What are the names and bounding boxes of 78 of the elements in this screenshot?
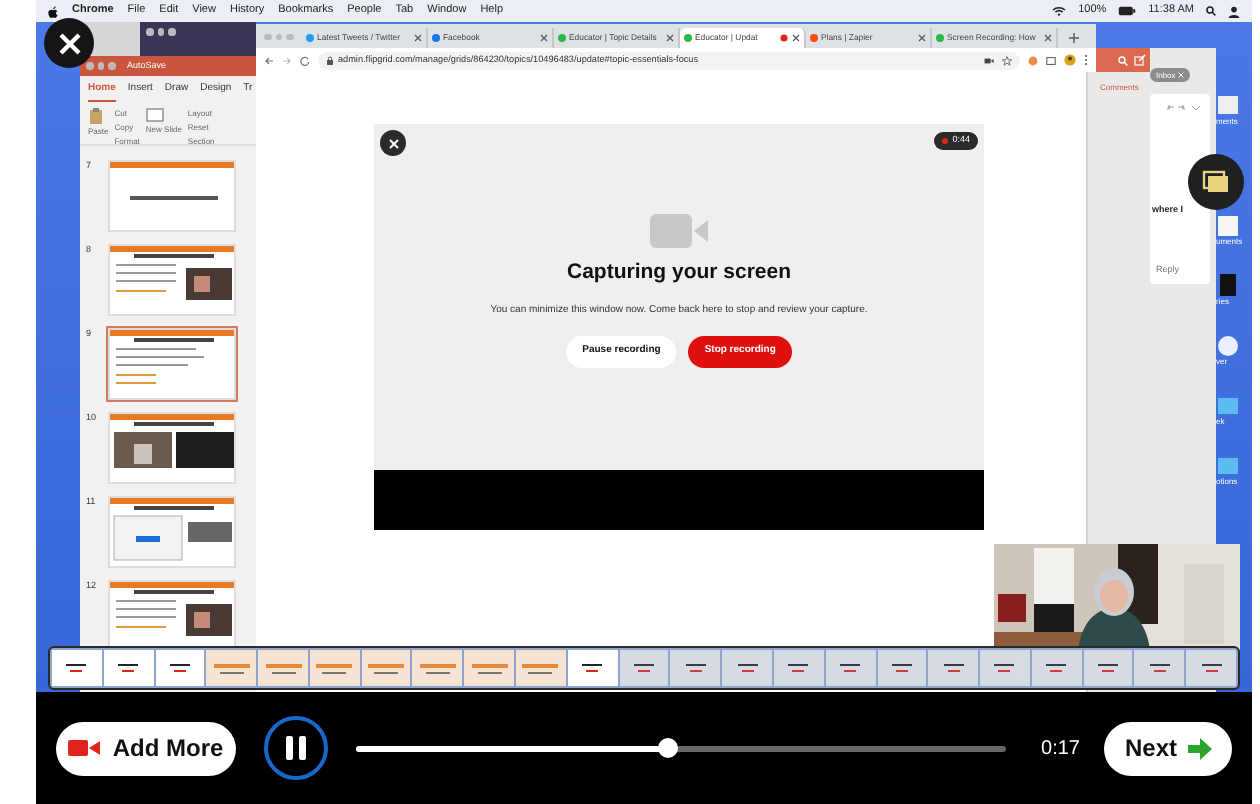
- close-icon[interactable]: [413, 34, 421, 42]
- arrow-icon: [1187, 737, 1211, 759]
- close-icon[interactable]: [917, 34, 925, 42]
- reload-icon[interactable]: [300, 55, 310, 65]
- frame-thumbnail[interactable]: [516, 650, 566, 686]
- frame-thumbnail[interactable]: [980, 650, 1030, 686]
- close-icon[interactable]: [791, 34, 799, 42]
- frame-thumbnail[interactable]: [1186, 650, 1236, 686]
- site-icon: [305, 34, 313, 42]
- frame-thumbnail[interactable]: [206, 650, 257, 686]
- site-icon: [557, 34, 565, 42]
- wifi-icon[interactable]: [1052, 6, 1067, 16]
- frame-thumbnail[interactable]: [464, 650, 515, 686]
- frame-thumbnail[interactable]: [309, 650, 360, 686]
- frame-thumbnail[interactable]: [722, 650, 772, 686]
- site-icon: [809, 34, 817, 42]
- close-icon[interactable]: [1043, 34, 1051, 42]
- desktop-icon[interactable]: [1216, 274, 1240, 298]
- back-icon[interactable]: [264, 55, 274, 65]
- compose-icon[interactable]: [1134, 54, 1146, 66]
- frame-thumbnail[interactable]: [52, 650, 102, 686]
- next-button[interactable]: Next: [1104, 721, 1232, 775]
- apple-icon[interactable]: [48, 5, 58, 17]
- close-icon: [387, 137, 399, 149]
- slide-thumbnail[interactable]: [108, 327, 236, 399]
- slide-thumbnail[interactable]: [108, 159, 236, 231]
- frame-thumbnail[interactable]: [619, 650, 669, 686]
- frame-thumbnail[interactable]: [567, 650, 618, 686]
- frame-thumbnail[interactable]: [412, 650, 463, 686]
- frame-thumbnail[interactable]: [1134, 650, 1185, 686]
- recording-dot-icon: [942, 138, 949, 144]
- new-tab-icon[interactable]: [1067, 30, 1079, 46]
- frame-thumbnail[interactable]: [825, 650, 875, 686]
- slide-thumbnail[interactable]: [108, 243, 236, 315]
- close-icon[interactable]: [665, 34, 673, 42]
- search-icon[interactable]: [1206, 6, 1216, 16]
- paste-icon[interactable]: [88, 107, 104, 123]
- desktop-icon[interactable]: [1216, 94, 1240, 118]
- dialog-title: Capturing your screen: [566, 258, 792, 288]
- cast-icon[interactable]: [1046, 55, 1056, 65]
- add-more-button[interactable]: Add More: [56, 721, 236, 775]
- pause-icon: [284, 734, 308, 762]
- frame-thumbnail[interactable]: [155, 650, 205, 686]
- site-icon: [431, 34, 439, 42]
- slide-thumbnail[interactable]: [108, 495, 236, 567]
- frame-thumbnail[interactable]: [773, 650, 824, 686]
- site-icon: [935, 34, 943, 42]
- close-icon: [57, 31, 81, 55]
- star-icon[interactable]: [1002, 55, 1012, 65]
- desktop-icon[interactable]: [1216, 214, 1240, 238]
- frame-thumbnail[interactable]: [670, 650, 721, 686]
- frame-thumbnail[interactable]: [258, 650, 308, 686]
- battery-icon[interactable]: [1118, 6, 1137, 16]
- slide-thumbnail[interactable]: [108, 579, 236, 651]
- frame-thumbnail[interactable]: [877, 650, 927, 686]
- frame-thumbnail[interactable]: [1031, 650, 1082, 686]
- desktop-icon[interactable]: [1216, 334, 1240, 358]
- play-pause-button[interactable]: [264, 716, 328, 780]
- frame-thumbnail[interactable]: [1083, 650, 1133, 686]
- site-icon: [683, 34, 691, 42]
- video-camera-icon: [649, 214, 709, 250]
- playback-time: 0:17: [1041, 735, 1080, 763]
- slide-thumbnail[interactable]: [108, 411, 236, 483]
- filmstrip[interactable]: [48, 646, 1240, 690]
- lock-icon: [326, 55, 334, 65]
- camera-icon[interactable]: [984, 55, 994, 65]
- frame-thumbnail[interactable]: [103, 650, 154, 686]
- frame-thumbnail[interactable]: [928, 650, 979, 686]
- reply-arrows-icon[interactable]: [1164, 102, 1204, 112]
- avatar-icon[interactable]: [1064, 54, 1076, 66]
- frame-thumbnail[interactable]: [361, 650, 411, 686]
- user-icon[interactable]: [1228, 5, 1240, 17]
- screen-capture-button[interactable]: [1188, 154, 1244, 210]
- video-camera-icon: [68, 738, 101, 758]
- close-icon[interactable]: [539, 34, 547, 42]
- close-button[interactable]: [380, 130, 406, 156]
- slider-handle[interactable]: [657, 738, 678, 758]
- screen-icon: [1202, 170, 1230, 194]
